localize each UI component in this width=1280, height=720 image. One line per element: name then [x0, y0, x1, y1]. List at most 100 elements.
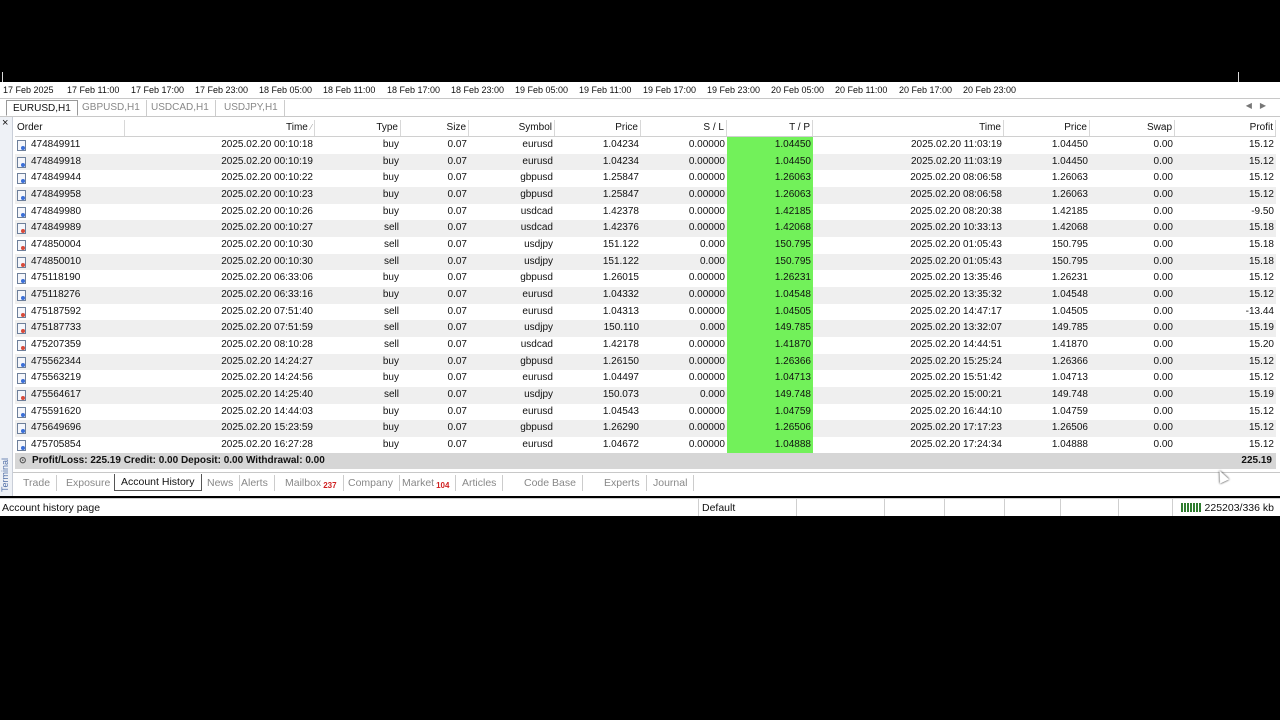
cell-tp: 1.42185 [727, 203, 813, 221]
summary-text: Profit/Loss: 225.19 Credit: 0.00 Deposit… [32, 455, 325, 467]
col-profit[interactable]: Profit [1175, 120, 1276, 136]
cell-open-time: 2025.02.20 00:10:30 [221, 255, 313, 267]
cell-symbol: eurusd [522, 155, 553, 167]
cell-close-price: 1.42185 [1051, 205, 1088, 217]
terminal-sidebar: × Terminal [0, 117, 13, 496]
terminal-tab[interactable]: Mailbox 237 [279, 475, 344, 491]
col-size[interactable]: Size [401, 120, 469, 136]
cell-profit: 15.12 [1248, 355, 1274, 367]
terminal-tab[interactable]: Alerts [235, 475, 275, 491]
table-row[interactable]: 474849944 2025.02.20 00:10:22 buy 0.07 gbpus… [15, 170, 1276, 187]
chart-tab[interactable]: GBPUSD,H1 [76, 100, 147, 116]
status-divider [1060, 499, 1061, 516]
col-close-price[interactable]: Price [1004, 120, 1090, 136]
col-swap[interactable]: Swap [1090, 120, 1175, 136]
cell-tp: 1.41870 [727, 336, 813, 354]
table-row[interactable]: 475118190 2025.02.20 06:33:06 buy 0.07 gbpus… [15, 270, 1276, 287]
cell-symbol: usdcad [520, 222, 553, 234]
cell-sl: 0.00000 [688, 272, 725, 284]
table-row[interactable]: 475649696 2025.02.20 15:23:59 buy 0.07 gbpus… [15, 420, 1276, 437]
table-row[interactable]: 475187733 2025.02.20 07:51:59 sell 0.07 usdj… [15, 320, 1276, 337]
col-sl[interactable]: S / L [641, 120, 727, 136]
cell-sl: 0.00000 [688, 338, 725, 350]
terminal-tab-label: Trade [23, 477, 51, 489]
table-row[interactable]: 475705854 2025.02.20 16:27:28 buy 0.07 eurus… [15, 436, 1276, 454]
terminal-tab-label: Experts [604, 477, 640, 489]
cell-open-time: 2025.02.20 07:51:40 [221, 305, 313, 317]
col-close-time[interactable]: Time [813, 120, 1004, 136]
time-axis-tick: 18 Feb 11:00 [323, 85, 376, 95]
terminal-tab[interactable]: Trade [17, 475, 58, 491]
chart-tab-scroll-arrows[interactable]: ◀▶ [1246, 101, 1274, 110]
terminal-tab[interactable]: Articles [456, 475, 504, 491]
table-row[interactable]: 475562344 2025.02.20 14:24:27 buy 0.07 gbpus… [15, 353, 1276, 371]
cell-swap: 0.00 [1153, 155, 1173, 167]
terminal-tab[interactable]: Market 104 [396, 475, 457, 491]
table-row[interactable]: 474849918 2025.02.20 00:10:19 buy 0.07 eurus… [15, 153, 1276, 171]
cell-open-price: 151.122 [602, 238, 639, 250]
cell-swap: 0.00 [1153, 338, 1173, 350]
time-axis-tick: 19 Feb 05:00 [515, 85, 569, 95]
cell-tp: 1.04450 [727, 137, 813, 154]
cell-close-time: 2025.02.20 14:44:51 [910, 338, 1002, 350]
table-row[interactable]: 474849989 2025.02.20 00:10:27 sell 0.07 usdc… [15, 220, 1276, 237]
buy-order-icon [17, 356, 26, 368]
col-open-time[interactable]: Time ⁄ [125, 120, 315, 136]
buy-order-icon [17, 406, 26, 418]
cell-order: 474849989 [15, 220, 125, 237]
summary-expand-icon[interactable]: ⊙ [19, 455, 27, 466]
cell-close-price: 1.26231 [1051, 272, 1088, 284]
connection-status[interactable]: 225203/336 kb [1180, 502, 1274, 514]
cell-open-time: 2025.02.20 00:10:30 [221, 238, 313, 250]
table-row[interactable]: 474849980 2025.02.20 00:10:26 buy 0.07 usdca… [15, 203, 1276, 221]
status-profile[interactable]: Default [702, 502, 735, 514]
cell-open-time: 2025.02.20 14:44:03 [221, 405, 313, 417]
cell-size: 0.07 [447, 355, 467, 367]
terminal-tab[interactable]: Company [342, 475, 400, 491]
terminal-tab[interactable]: Exposure [60, 475, 118, 491]
col-symbol[interactable]: Symbol [469, 120, 555, 136]
cell-tp: 149.785 [727, 320, 813, 337]
chart-area[interactable]: 17 Feb 2025 17 Feb 11:00 17 Feb 17:00 17 Fe… [0, 0, 1280, 98]
cell-size: 0.07 [447, 188, 467, 200]
chart-tab[interactable]: USDJPY,H1 [218, 100, 285, 116]
terminal-tab[interactable]: Journal [647, 475, 695, 491]
col-open-price[interactable]: Price [555, 120, 641, 136]
col-order[interactable]: Order [15, 120, 125, 136]
cell-sl: 0.00000 [688, 188, 725, 200]
table-row[interactable]: 475118276 2025.02.20 06:33:16 buy 0.07 eurus… [15, 286, 1276, 304]
order-number: 475591620 [31, 405, 82, 417]
terminal-label: Terminal [0, 458, 10, 493]
table-row[interactable]: 474849911 2025.02.20 00:10:18 buy 0.07 eurus… [15, 137, 1276, 154]
terminal-tab-label: Articles [462, 477, 497, 489]
terminal-tab[interactable]: Experts [598, 475, 647, 491]
cell-order: 475118190 [15, 270, 125, 287]
cell-open-price: 1.04234 [602, 155, 639, 167]
table-row[interactable]: 475564617 2025.02.20 14:25:40 sell 0.07 usdj… [15, 386, 1276, 404]
buy-order-icon [17, 173, 26, 185]
cell-open-time: 2025.02.20 00:10:27 [221, 222, 313, 234]
terminal-tab[interactable]: Code Base [518, 475, 583, 491]
cell-swap: 0.00 [1153, 372, 1173, 384]
cell-open-price: 1.25847 [602, 188, 639, 200]
table-row[interactable]: 475187592 2025.02.20 07:51:40 sell 0.07 euru… [15, 303, 1276, 321]
cell-symbol: eurusd [522, 288, 553, 300]
close-icon[interactable]: × [2, 118, 8, 129]
cell-size: 0.07 [447, 338, 467, 350]
chart-tab[interactable]: EURUSD,H1 [6, 100, 78, 116]
col-tp[interactable]: T / P [727, 120, 813, 136]
table-row[interactable]: 475563219 2025.02.20 14:24:56 buy 0.07 eurus… [15, 370, 1276, 387]
cell-type: buy [382, 205, 399, 217]
col-type[interactable]: Type [315, 120, 401, 136]
table-row[interactable]: 475591620 2025.02.20 14:44:03 buy 0.07 eurus… [15, 403, 1276, 421]
table-row[interactable]: 474850004 2025.02.20 00:10:30 sell 0.07 usdj… [15, 236, 1276, 254]
time-axis-tick: 17 Feb 23:00 [195, 85, 249, 95]
cell-symbol: eurusd [522, 305, 553, 317]
time-axis-tick: 17 Feb 17:00 [131, 85, 185, 95]
terminal-tab[interactable]: Account History [114, 474, 202, 491]
table-row[interactable]: 474850010 2025.02.20 00:10:30 sell 0.07 usdj… [15, 253, 1276, 271]
cell-symbol: gbpusd [520, 422, 553, 434]
table-row[interactable]: 475207359 2025.02.20 08:10:28 sell 0.07 usdc… [15, 336, 1276, 354]
table-row[interactable]: 474849958 2025.02.20 00:10:23 buy 0.07 gbpus… [15, 186, 1276, 204]
chart-tab[interactable]: USDCAD,H1 [145, 100, 216, 116]
